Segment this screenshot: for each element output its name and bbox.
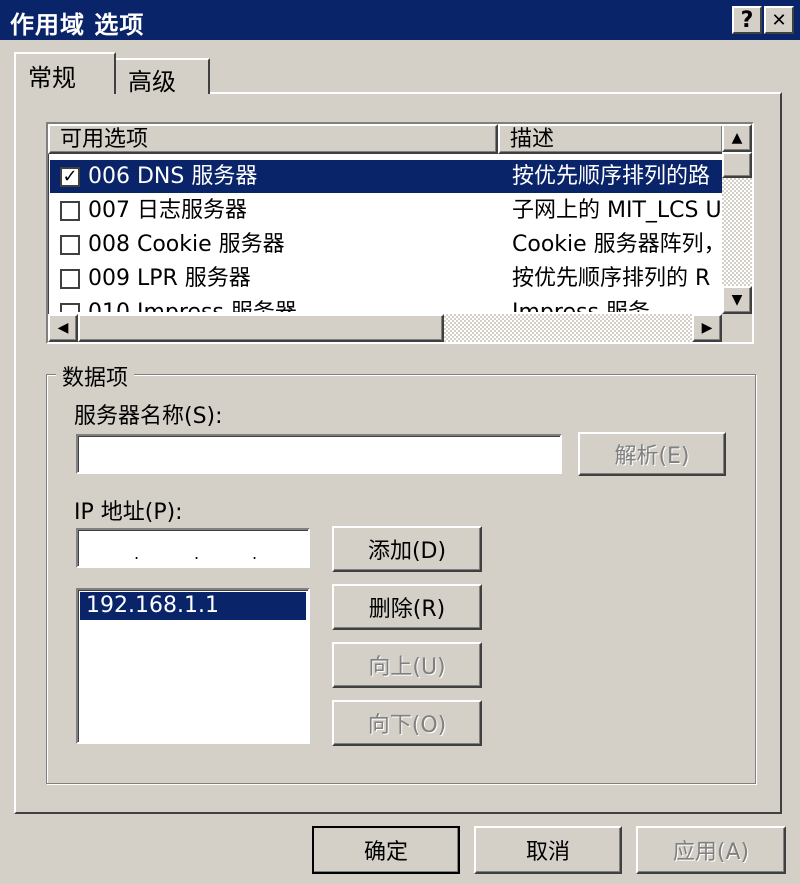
- ip-address-label: IP 地址(P):: [74, 500, 183, 525]
- tab-general-label: 常规: [28, 64, 76, 92]
- option-name: 006 DNS 服务器: [88, 164, 258, 189]
- tab-advanced-label: 高级: [128, 68, 176, 96]
- move-up-button[interactable]: 向上(U): [332, 642, 482, 688]
- window-title: 作用域 选项: [10, 11, 145, 39]
- arrow-down-icon: ▼: [731, 292, 743, 308]
- option-description: 按优先顺序排列的 R: [512, 266, 711, 291]
- list-item[interactable]: 008 Cookie 服务器 Cookie 服务器阵列，: [50, 228, 726, 261]
- remove-button[interactable]: 删除(R): [332, 584, 482, 630]
- arrow-right-icon: ▶: [701, 320, 713, 336]
- list-item[interactable]: 010 Impress 服务器 Impress 服务: [50, 296, 726, 312]
- option-description: Impress 服务: [512, 296, 650, 312]
- ip-dot: .: [252, 544, 258, 563]
- option-name: 010 Impress 服务器: [88, 296, 297, 312]
- tab-advanced[interactable]: 高级: [116, 58, 210, 96]
- option-description: 子网上的 MIT_LCS U: [512, 198, 722, 223]
- option-name: 007 日志服务器: [88, 198, 247, 223]
- ip-dot: .: [134, 544, 140, 563]
- column-header-description[interactable]: 描述: [498, 124, 724, 154]
- checkbox[interactable]: [60, 269, 80, 289]
- column-header-option-label: 可用选项: [60, 127, 149, 152]
- checkbox[interactable]: ✓: [60, 167, 80, 187]
- resolve-button[interactable]: 解析(E): [578, 432, 726, 476]
- arrow-up-icon: ▲: [731, 130, 743, 146]
- scroll-left-button[interactable]: ◀: [48, 314, 78, 342]
- list-item[interactable]: 009 LPR 服务器 按优先顺序排列的 R: [50, 262, 726, 295]
- checkbox[interactable]: [60, 303, 80, 312]
- option-description: Cookie 服务器阵列，: [512, 232, 726, 257]
- server-name-input[interactable]: [76, 434, 562, 474]
- ip-address-input[interactable]: . . .: [76, 528, 310, 568]
- ip-address-list[interactable]: 192.168.1.1: [76, 588, 310, 744]
- column-header-option[interactable]: 可用选项: [48, 124, 498, 154]
- option-description: 按优先顺序排列的路: [512, 164, 711, 189]
- checkbox[interactable]: [60, 235, 80, 255]
- tab-general[interactable]: 常规: [14, 52, 116, 94]
- options-list[interactable]: 可用选项 描述 ✓ 006 DNS 服务器 按优先顺序排列的路 007 日志服务…: [46, 122, 754, 344]
- move-down-button[interactable]: 向下(O): [332, 700, 482, 746]
- scrollbar-corner: [722, 314, 752, 342]
- list-item[interactable]: 192.168.1.1: [80, 592, 306, 620]
- close-button[interactable]: ✕: [764, 6, 794, 34]
- check-icon: ✓: [62, 166, 78, 187]
- arrow-left-icon: ◀: [57, 320, 69, 336]
- list-item[interactable]: 007 日志服务器 子网上的 MIT_LCS U: [50, 194, 726, 227]
- cancel-button[interactable]: 取消: [474, 826, 622, 874]
- checkbox[interactable]: [60, 201, 80, 221]
- column-header-description-label: 描述: [510, 127, 555, 152]
- help-button[interactable]: ?: [732, 6, 762, 34]
- scroll-right-button[interactable]: ▶: [692, 314, 722, 342]
- scroll-down-button[interactable]: ▼: [722, 286, 752, 314]
- ok-button[interactable]: 确定: [312, 826, 460, 874]
- group-title: 数据项: [56, 360, 135, 392]
- apply-button[interactable]: 应用(A): [636, 826, 786, 874]
- close-icon: ✕: [771, 9, 787, 31]
- ip-dot: .: [194, 544, 200, 563]
- option-name: 009 LPR 服务器: [88, 266, 251, 291]
- scroll-up-button[interactable]: ▲: [722, 124, 752, 152]
- list-item[interactable]: ✓ 006 DNS 服务器 按优先顺序排列的路: [50, 160, 726, 193]
- add-button[interactable]: 添加(D): [332, 526, 482, 572]
- vertical-scroll-thumb[interactable]: [722, 152, 752, 178]
- horizontal-scroll-thumb[interactable]: [78, 314, 444, 342]
- server-name-label: 服务器名称(S):: [74, 404, 223, 429]
- option-name: 008 Cookie 服务器: [88, 232, 285, 257]
